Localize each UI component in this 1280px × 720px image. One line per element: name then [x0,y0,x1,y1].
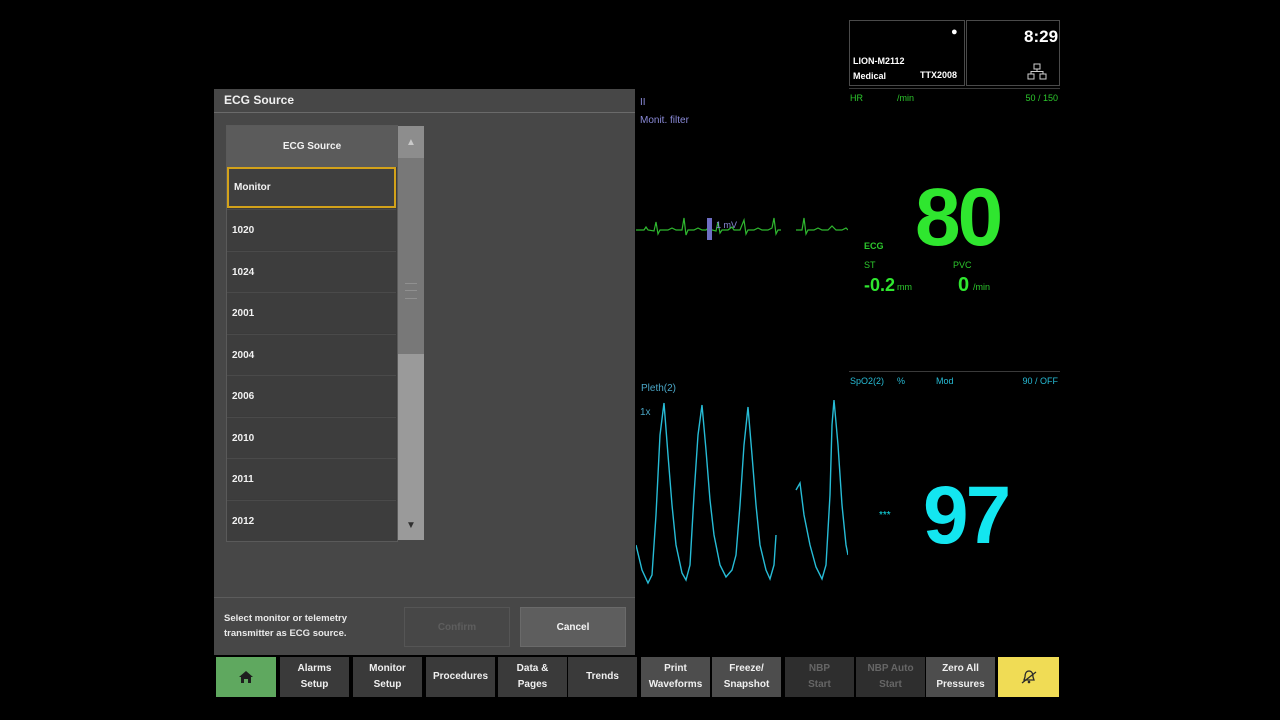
hr-value: 80 [915,172,1003,263]
list-item[interactable]: 2006 [227,375,396,416]
st-label: ST [864,260,876,270]
pvc-unit: /min [973,282,991,292]
network-icon [1027,63,1047,80]
list-item[interactable]: 2004 [227,334,396,375]
cancel-button[interactable]: Cancel [520,607,626,647]
spo2-unit: % [897,376,906,386]
freeze-snapshot-button[interactable]: Freeze/ Snapshot [712,657,781,697]
zero-all-pressures-button[interactable]: Zero All Pressures [926,657,995,697]
list-item[interactable]: 2011 [227,458,396,499]
list-scrollbar[interactable]: ▲ ▼ [398,126,424,540]
pvc-value: 0 [958,274,970,296]
hr-numeric-box[interactable]: HR /min 50 / 150 80 ECG ST PVC -0.2 mm 0… [849,88,1060,371]
scrollbar-thumb[interactable] [398,158,424,354]
hr-alarm-limits: 50 / 150 [1025,93,1058,103]
trends-button[interactable]: Trends [568,657,637,697]
procedures-button[interactable]: Procedures [426,657,495,697]
grip-icon [405,283,417,299]
scroll-down-arrow-icon[interactable]: ▼ [398,510,424,540]
helper-text: Select monitor or telemetry transmitter … [224,613,348,639]
spo2-numeric-box[interactable]: SpO2(2) % Mod 90 / OFF *** 97 [849,371,1060,654]
ecg-source-list: ECG Source Monitor 1020 1024 2001 2004 2… [226,125,398,542]
monitor-setup-button[interactable]: Monitor Setup [353,657,422,697]
spo2-alarm-limits: 90 / OFF [1022,376,1058,386]
dialog-footer-divider [214,597,635,598]
st-value: -0.2 [864,275,896,295]
alarm-silence-button[interactable] [998,657,1059,697]
pleth-waveform [636,399,848,585]
alarm-silence-icon [1021,670,1036,684]
list-item[interactable]: 1020 [227,209,396,250]
patient-info-box[interactable]: ● LION-M2112 Medical TTX2008 [849,20,965,86]
print-waveforms-button[interactable]: Print Waveforms [641,657,710,697]
home-button[interactable] [216,657,276,697]
list-item[interactable]: 2001 [227,292,396,333]
alarms-setup-button[interactable]: Alarms Setup [280,657,349,697]
dialog-title: ECG Source [224,93,295,107]
nbp-auto-start-button[interactable]: NBP Auto Start [856,657,925,697]
nbp-start-button[interactable]: NBP Start [785,657,854,697]
spo2-label: SpO2(2) [850,376,885,386]
person-icon: ● [951,26,958,38]
pleth-label[interactable]: Pleth(2) [641,383,676,394]
pvc-label: PVC [953,260,972,270]
ecg-filter-label: Monit. filter [640,115,689,126]
ecg-source-dialog: ECG Source ECG Source Monitor 1020 1024 … [214,89,635,655]
list-header: ECG Source [227,126,397,167]
hr-unit: /min [897,93,915,103]
patient-id: LION-M2112 [853,56,905,66]
spo2-mode: Mod [936,376,954,386]
hr-source-tag: ECG [864,241,884,251]
ecg-waveform [636,217,848,240]
data-pages-button[interactable]: Data & Pages [498,657,567,697]
hr-label: HR [850,93,863,103]
clock-box: 8:29 [966,20,1060,86]
scroll-up-arrow-icon[interactable]: ▲ [398,126,424,158]
list-item[interactable]: 2012 [227,500,396,541]
perfusion-indicator: *** [879,510,891,521]
confirm-button[interactable]: Confirm [404,607,510,647]
list-item-monitor[interactable]: Monitor [227,167,396,208]
home-icon [239,671,253,683]
ecg-scale-label: 1 mV [716,220,738,230]
patient-transmitter: TTX2008 [920,70,958,80]
list-item[interactable]: 2010 [227,417,396,458]
patient-department: Medical [853,71,887,81]
ecg-lead-label[interactable]: II [640,97,646,108]
list-item[interactable]: 1024 [227,251,396,292]
st-unit: mm [897,282,912,292]
spo2-value: 97 [923,470,1011,561]
dialog-divider [214,112,635,113]
clock-time: 8:29 [1024,27,1059,46]
